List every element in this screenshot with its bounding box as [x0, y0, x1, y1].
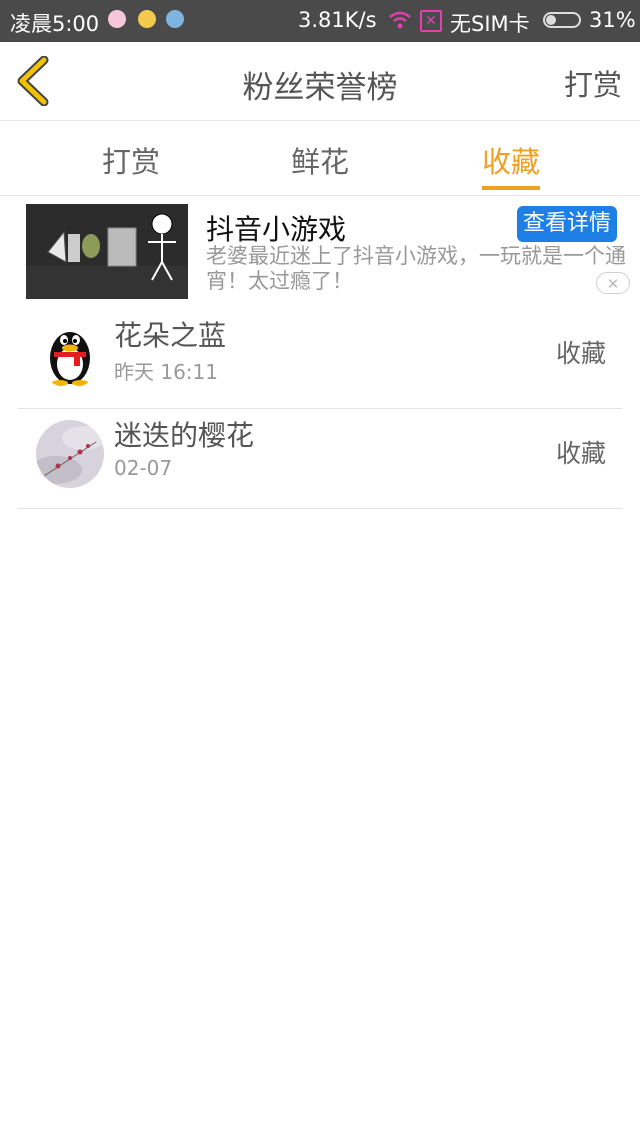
wifi-icon [389, 11, 411, 29]
notification-app-icon [138, 10, 156, 28]
user-name: 花朵之蓝 [114, 319, 227, 352]
battery-percent: 31% [589, 8, 636, 32]
active-tab-indicator [482, 186, 540, 190]
network-speed: 3.81K/s [298, 8, 377, 32]
qq-penguin-avatar [36, 320, 104, 388]
notification-app-icon [108, 10, 126, 28]
tab-reward[interactable]: 打赏 [102, 139, 160, 181]
list-item[interactable]: 花朵之蓝 昨天 16:11 收藏 [18, 300, 622, 409]
ad-view-details-button[interactable]: 查看详情 [517, 206, 617, 242]
notification-app-icon [166, 10, 184, 28]
ad-title: 抖音小游戏 [206, 213, 347, 246]
status-time: 凌晨5:00 [10, 12, 100, 36]
favorite-label: 收藏 [555, 339, 606, 368]
timestamp: 02-07 [114, 456, 173, 480]
sim-status: 无SIM卡 [450, 12, 530, 36]
user-name: 迷迭的樱花 [114, 419, 255, 452]
page-title: 粉丝荣誉榜 [242, 70, 398, 106]
ad-banner[interactable]: 抖音小游戏 查看详情 老婆最近迷上了抖音小游戏，一玩就是一个通宵！太过瘾了！ ✕ [0, 196, 640, 300]
tab-flowers[interactable]: 鲜花 [291, 139, 349, 181]
ad-thumbnail-image [26, 204, 188, 299]
favorite-label: 收藏 [555, 439, 606, 468]
battery-icon [543, 12, 581, 28]
no-sim-icon: ✕ [420, 10, 442, 32]
status-bar: 凌晨5:00 3.81K/s ✕ 无SIM卡 31% [0, 0, 640, 42]
close-icon[interactable]: ✕ [596, 272, 630, 294]
ad-description: 老婆最近迷上了抖音小游戏，一玩就是一个通宵！太过瘾了！ [206, 244, 626, 293]
tab-bar: 打赏 鲜花 收藏 [0, 121, 640, 196]
timestamp: 昨天 16:11 [114, 360, 218, 384]
blossom-photo-avatar [36, 420, 104, 488]
title-bar: 粉丝荣誉榜 打赏 [0, 42, 640, 121]
tab-favorites[interactable]: 收藏 [482, 139, 540, 181]
reward-button[interactable]: 打赏 [564, 62, 622, 104]
list-item[interactable]: 迷迭的樱花 02-07 收藏 [18, 400, 622, 509]
